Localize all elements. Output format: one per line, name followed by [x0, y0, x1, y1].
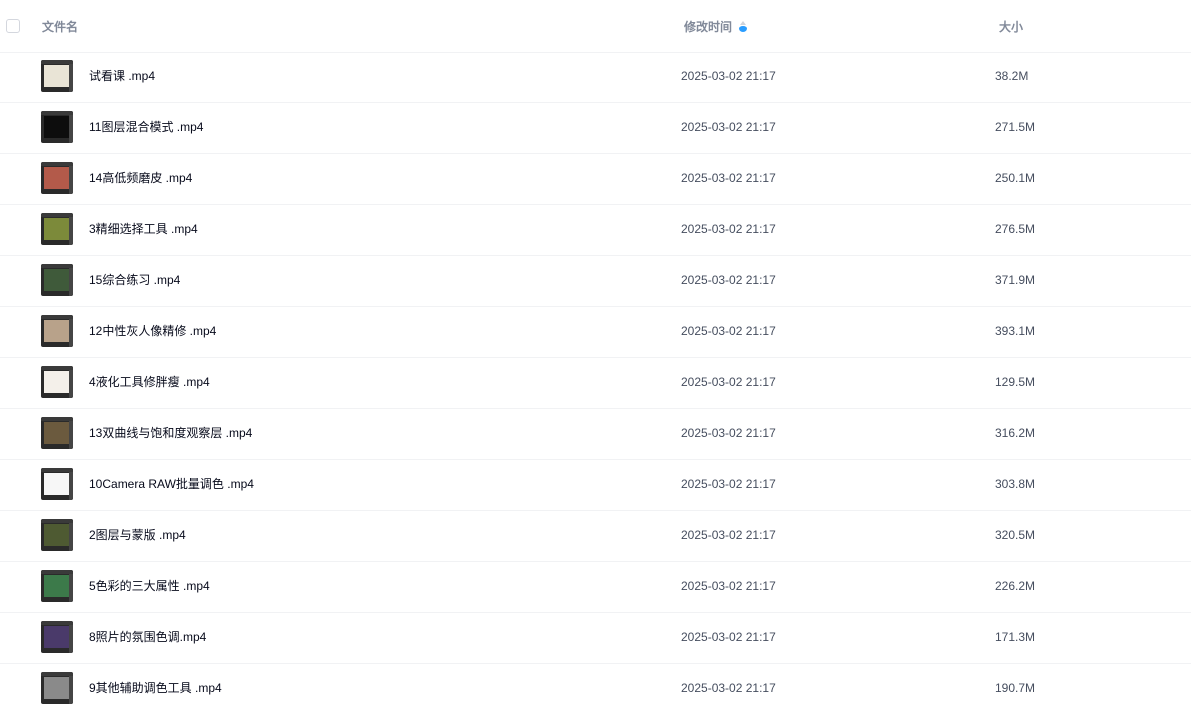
- file-name[interactable]: 5色彩的三大属性 .mp4: [89, 578, 210, 594]
- file-size: 316.2M: [995, 426, 1036, 440]
- file-size: 171.3M: [995, 630, 1036, 644]
- file-row[interactable]: 14高低频磨皮 .mp4 2025-03-02 21:17 250.1M: [0, 154, 1191, 205]
- file-modified-time: 2025-03-02 21:17: [681, 273, 776, 287]
- file-row[interactable]: 11图层混合模式 .mp4 2025-03-02 21:17 271.5M: [0, 103, 1191, 154]
- video-thumbnail[interactable]: [41, 264, 73, 296]
- file-name[interactable]: 3精细选择工具 .mp4: [89, 221, 198, 237]
- file-row[interactable]: 12中性灰人像精修 .mp4 2025-03-02 21:17 393.1M: [0, 307, 1191, 358]
- file-modified-time: 2025-03-02 21:17: [681, 681, 776, 695]
- file-modified-time: 2025-03-02 21:17: [681, 120, 776, 134]
- file-name[interactable]: 2图层与蒙版 .mp4: [89, 527, 186, 543]
- video-thumbnail[interactable]: [41, 468, 73, 500]
- column-header-size[interactable]: 大小: [999, 19, 1023, 35]
- file-name[interactable]: 15综合练习 .mp4: [89, 272, 180, 288]
- file-modified-time: 2025-03-02 21:17: [681, 69, 776, 83]
- file-row[interactable]: 试看课 .mp4 2025-03-02 21:17 38.2M: [0, 52, 1191, 103]
- file-row[interactable]: 13双曲线与饱和度观察层 .mp4 2025-03-02 21:17 316.2M: [0, 409, 1191, 460]
- video-thumbnail[interactable]: [41, 672, 73, 704]
- file-size: 271.5M: [995, 120, 1036, 134]
- file-modified-time: 2025-03-02 21:17: [681, 630, 776, 644]
- file-modified-time: 2025-03-02 21:17: [681, 222, 776, 236]
- file-name[interactable]: 8照片的氛围色调.mp4: [89, 629, 206, 645]
- file-row[interactable]: 9其他辅助调色工具 .mp4 2025-03-02 21:17 190.7M: [0, 664, 1191, 711]
- file-modified-time: 2025-03-02 21:17: [681, 375, 776, 389]
- file-row[interactable]: 5色彩的三大属性 .mp4 2025-03-02 21:17 226.2M: [0, 562, 1191, 613]
- file-modified-time: 2025-03-02 21:17: [681, 171, 776, 185]
- file-modified-time: 2025-03-02 21:17: [681, 324, 776, 338]
- file-row[interactable]: 8照片的氛围色调.mp4 2025-03-02 21:17 171.3M: [0, 613, 1191, 664]
- video-thumbnail[interactable]: [41, 366, 73, 398]
- column-header-time-label: 修改时间: [684, 20, 733, 34]
- select-all-checkbox[interactable]: [6, 19, 20, 33]
- file-size: 38.2M: [995, 69, 1029, 83]
- file-modified-time: 2025-03-02 21:17: [681, 579, 776, 593]
- column-header-name[interactable]: 文件名: [42, 19, 78, 35]
- file-size: 190.7M: [995, 681, 1036, 695]
- file-modified-time: 2025-03-02 21:17: [681, 477, 776, 491]
- column-header-time[interactable]: 修改时间: [684, 19, 748, 35]
- video-thumbnail[interactable]: [41, 570, 73, 602]
- file-name[interactable]: 11图层混合模式 .mp4: [89, 119, 203, 135]
- file-size: 250.1M: [995, 171, 1036, 185]
- video-thumbnail[interactable]: [41, 213, 73, 245]
- video-thumbnail[interactable]: [41, 519, 73, 551]
- file-size: 320.5M: [995, 528, 1036, 542]
- file-row[interactable]: 2图层与蒙版 .mp4 2025-03-02 21:17 320.5M: [0, 511, 1191, 562]
- video-thumbnail[interactable]: [41, 111, 73, 143]
- video-thumbnail[interactable]: [41, 162, 73, 194]
- video-thumbnail[interactable]: [41, 315, 73, 347]
- video-thumbnail[interactable]: [41, 60, 73, 92]
- file-row[interactable]: 15综合练习 .mp4 2025-03-02 21:17 371.9M: [0, 256, 1191, 307]
- file-row[interactable]: 3精细选择工具 .mp4 2025-03-02 21:17 276.5M: [0, 205, 1191, 256]
- video-thumbnail[interactable]: [41, 621, 73, 653]
- file-size: 276.5M: [995, 222, 1036, 236]
- file-list: 文件名 修改时间 大小 试看课 .mp4 2025-03-02 21:17 38.2…: [0, 0, 1191, 711]
- file-name[interactable]: 试看课 .mp4: [89, 68, 155, 84]
- file-name[interactable]: 9其他辅助调色工具 .mp4: [89, 680, 222, 696]
- file-list-header: 文件名 修改时间 大小: [0, 0, 1191, 53]
- file-size: 226.2M: [995, 579, 1036, 593]
- file-size: 393.1M: [995, 324, 1036, 338]
- file-name[interactable]: 13双曲线与饱和度观察层 .mp4: [89, 425, 252, 441]
- file-size: 303.8M: [995, 477, 1036, 491]
- video-thumbnail[interactable]: [41, 417, 73, 449]
- file-modified-time: 2025-03-02 21:17: [681, 528, 776, 542]
- sort-desc-icon[interactable]: [739, 21, 748, 33]
- file-name[interactable]: 12中性灰人像精修 .mp4: [89, 323, 216, 339]
- file-modified-time: 2025-03-02 21:17: [681, 426, 776, 440]
- file-name[interactable]: 14高低频磨皮 .mp4: [89, 170, 192, 186]
- file-row[interactable]: 10Camera RAW批量调色 .mp4 2025-03-02 21:17 303…: [0, 460, 1191, 511]
- file-name[interactable]: 4液化工具修胖瘦 .mp4: [89, 374, 210, 390]
- file-size: 371.9M: [995, 273, 1036, 287]
- file-row[interactable]: 4液化工具修胖瘦 .mp4 2025-03-02 21:17 129.5M: [0, 358, 1191, 409]
- file-size: 129.5M: [995, 375, 1036, 389]
- file-name[interactable]: 10Camera RAW批量调色 .mp4: [89, 476, 254, 492]
